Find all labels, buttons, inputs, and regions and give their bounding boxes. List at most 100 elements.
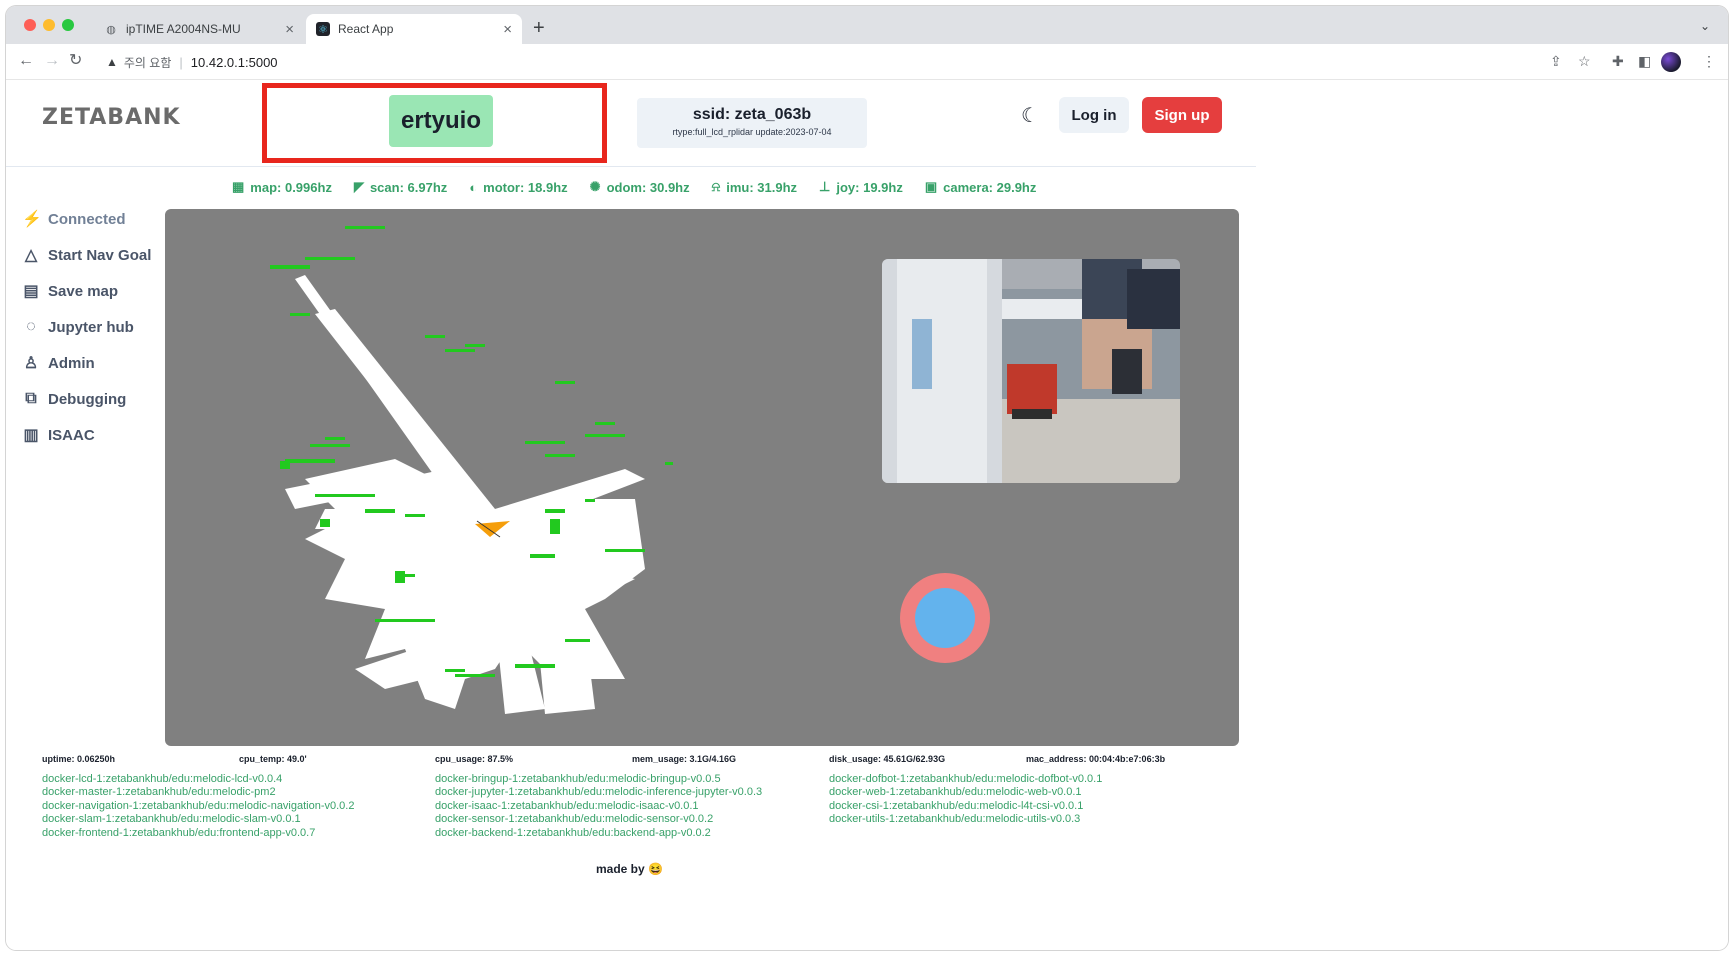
list-item: docker-jupyter-1:zetabankhub/edu:melodic… xyxy=(435,786,763,799)
new-tab-button[interactable]: + xyxy=(533,18,545,38)
tab-close-icon[interactable]: × xyxy=(285,21,294,38)
browser-window: ◍ ipTIME A2004NS-MU × ⚛ React App × + ⌄ … xyxy=(6,6,1728,950)
mem-usage: mem_usage: 3.1G/4.16G xyxy=(632,754,737,764)
sidebar-item-isaac[interactable]: ▥ ISAAC xyxy=(22,417,162,453)
list-item: docker-lcd-1:zetabankhub/edu:melodic-lcd… xyxy=(42,773,283,785)
signup-button[interactable]: Sign up xyxy=(1142,97,1222,133)
sidebar-item-label: Debugging xyxy=(48,390,127,408)
list-item: docker-bringup-1:zetabankhub/edu:melodic… xyxy=(435,773,721,785)
status-camera: ▣ camera: 29.9hz xyxy=(925,177,1037,197)
status-map: ▦ map: 0.996hz xyxy=(232,177,332,197)
status-imu: ⍾ imu: 31.9hz xyxy=(712,177,797,197)
status-text: motor: 18.9hz xyxy=(483,179,568,195)
more-icon[interactable]: ⋮ xyxy=(1702,53,1716,70)
status-joy: ⊥ joy: 19.9hz xyxy=(819,177,903,197)
status-motor: ◐ motor: 18.9hz xyxy=(469,177,567,197)
ssid-title: ssid: zeta_063b xyxy=(692,106,812,123)
motor-icon: ◐ xyxy=(469,179,478,195)
uptime: uptime: 0.06250h xyxy=(42,754,116,764)
sidebar-item-admin[interactable]: ♙ Admin xyxy=(22,345,162,381)
system-info: uptime: 0.06250h cpu_temp: 49.0' cpu_usa… xyxy=(42,754,1242,768)
list-item: docker-navigation-1:zetabankhub/edu:melo… xyxy=(42,799,355,812)
status-text: map: 0.996hz xyxy=(250,179,332,195)
made-by-footer: made by 😆 xyxy=(596,862,663,876)
share-icon[interactable]: ⇪ xyxy=(1550,53,1562,70)
moon-icon[interactable]: ☾ xyxy=(1021,103,1039,128)
list-item: docker-dofbot-1:zetabankhub/edu:melodic-… xyxy=(829,773,1103,785)
app-root: ZETABANK ertyuio ssid: zeta_063b rtype:f… xyxy=(6,81,1728,950)
forward-icon[interactable]: → xyxy=(44,52,60,70)
status-bar: ▦ map: 0.996hz ◤ scan: 6.97hz ◐ motor: 1… xyxy=(232,177,1058,197)
divider xyxy=(6,166,1256,167)
sidebar-item-label: Admin xyxy=(48,354,95,372)
sidebar-item-jupyter-hub[interactable]: ◌ Jupyter hub xyxy=(22,309,162,345)
side-panel-icon[interactable]: ◧ xyxy=(1638,53,1651,70)
cpu-temp: cpu_temp: 49.0' xyxy=(239,754,307,764)
tab-react-app[interactable]: ⚛ React App × xyxy=(306,14,522,44)
security-warning: 주의 요함 xyxy=(123,55,172,70)
sidebar-item-label: Start Nav Goal xyxy=(48,246,152,264)
url-text: 10.42.0.1:5000 xyxy=(190,54,278,70)
ssid-card: ssid: zeta_063b rtype:full_lcd_rplidar u… xyxy=(637,98,867,148)
list-item: docker-sensor-1:zetabankhub/edu:melodic-… xyxy=(435,813,714,826)
warning-icon: ▲ xyxy=(106,55,118,69)
docker-list-2: docker-bringup-1:zetabankhub/edu:melodic… xyxy=(435,773,762,840)
camera-icon: ▣ xyxy=(924,179,938,194)
joystick-knob[interactable] xyxy=(915,588,975,648)
imu-icon: ⍾ xyxy=(711,179,721,194)
grid-icon: ▦ xyxy=(232,179,245,194)
extensions-icon[interactable]: ✚ xyxy=(1612,53,1624,70)
sidebar-item-debugging[interactable]: ⧉ Debugging xyxy=(22,381,162,417)
back-icon[interactable]: ← xyxy=(18,52,34,70)
list-item: docker-web-1:zetabankhub/edu:melodic-web… xyxy=(829,786,1082,799)
status-scan: ◤ scan: 6.97hz xyxy=(354,177,447,197)
chevron-down-icon[interactable]: ⌄ xyxy=(1700,19,1710,33)
list-item: docker-csi-1:zetabankhub/edu:melodic-l4t… xyxy=(829,799,1084,812)
username-badge: ertyuio xyxy=(389,95,493,147)
wifi-icon: ◤ xyxy=(353,179,364,194)
address-bar[interactable]: ▲ 주의 요함 | 10.42.0.1:5000 xyxy=(106,49,1506,75)
map-canvas[interactable] xyxy=(165,209,1239,746)
list-item: docker-isaac-1:zetabankhub/edu:melodic-i… xyxy=(435,799,699,812)
list-item: docker-backend-1:zetabankhub/edu:backend… xyxy=(435,826,711,839)
sun-icon: ✺ xyxy=(589,179,601,194)
react-icon: ⚛ xyxy=(316,22,330,36)
list-item: docker-frontend-1:zetabankhub/edu:fronte… xyxy=(42,826,316,839)
cpu-usage: cpu_usage: 87.5% xyxy=(435,754,514,764)
ssid-subtitle: rtype:full_lcd_rplidar update:2023-07-04 xyxy=(672,127,832,137)
tab-iptime[interactable]: ◍ ipTIME A2004NS-MU × xyxy=(94,14,304,44)
status-text: joy: 19.9hz xyxy=(836,179,903,195)
reload-icon[interactable]: ↻ xyxy=(69,52,82,70)
joystick[interactable] xyxy=(900,573,990,663)
joystick-icon: ⊥ xyxy=(819,179,831,194)
sidebar-item-label: ISAAC xyxy=(48,426,95,444)
sidebar-item-label: Connected xyxy=(48,210,126,228)
tab-title: React App xyxy=(338,22,394,36)
docker-list-3: docker-dofbot-1:zetabankhub/edu:melodic-… xyxy=(829,773,1102,827)
sidebar-item-connected[interactable]: ⚡ Connected xyxy=(22,201,162,237)
status-text: imu: 31.9hz xyxy=(726,179,798,195)
browser-toolbar: ← → ↻ ▲ 주의 요함 | 10.42.0.1:5000 ⇪ ☆ ✚ ◧ ⋮ xyxy=(6,44,1728,80)
status-text: scan: 6.97hz xyxy=(369,179,448,195)
login-button[interactable]: Log in xyxy=(1059,97,1129,133)
mac-address: mac_address: 00:04:4b:e7:06:3b xyxy=(1026,754,1166,764)
camera-image xyxy=(882,259,1180,483)
maximize-window-button[interactable] xyxy=(62,19,74,31)
status-odom: ✺ odom: 30.9hz xyxy=(590,177,690,197)
globe-icon: ◍ xyxy=(106,23,116,36)
sidebar-item-save-map[interactable]: ▤ Save map xyxy=(22,273,162,309)
avatar[interactable] xyxy=(1661,52,1681,72)
docker-list-1: docker-lcd-1:zetabankhub/edu:melodic-lcd… xyxy=(42,773,354,840)
jupyter-icon: ◌ xyxy=(26,318,36,335)
minimize-window-button[interactable] xyxy=(43,19,55,31)
tab-close-icon[interactable]: × xyxy=(503,21,512,38)
close-window-button[interactable] xyxy=(24,19,36,31)
disk-usage: disk_usage: 45.61G/62.93G xyxy=(829,754,946,764)
star-icon[interactable]: ☆ xyxy=(1578,53,1591,70)
user-icon: ♙ xyxy=(23,355,39,372)
sidebar-item-start-nav-goal[interactable]: △ Start Nav Goal xyxy=(22,237,162,273)
sidebar-item-label: Jupyter hub xyxy=(48,318,134,336)
camera-feed xyxy=(882,259,1180,483)
navigation-icon: △ xyxy=(24,247,38,264)
list-item: docker-utils-1:zetabankhub/edu:melodic-u… xyxy=(829,813,1081,826)
